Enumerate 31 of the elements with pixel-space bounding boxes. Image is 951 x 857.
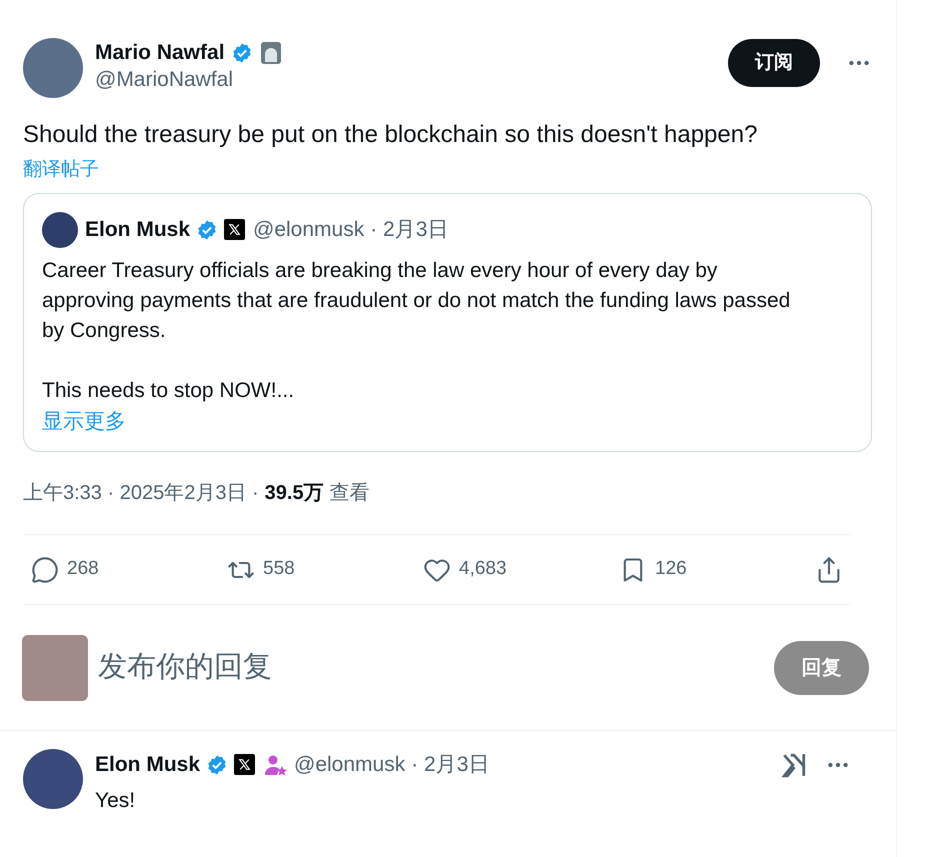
author-handle[interactable]: @elonmusk bbox=[253, 214, 364, 246]
action-count: 268 bbox=[67, 557, 99, 582]
speech-bubble-icon[interactable] bbox=[31, 556, 59, 584]
author-handle[interactable]: @elonmusk bbox=[294, 749, 406, 780]
post-text: Should the treasury be put on the blockchain so this doesn't happen? bbox=[23, 120, 758, 150]
avatar[interactable] bbox=[42, 212, 78, 248]
post-date[interactable]: · 2月3日 bbox=[411, 749, 490, 780]
author-name[interactable]: Elon Musk bbox=[95, 749, 200, 780]
post-timestamp[interactable]: 上午3:33 · 2025年2月3日 · bbox=[23, 478, 259, 508]
reply-text: Yes! bbox=[95, 788, 136, 814]
verified-badge-icon bbox=[230, 42, 253, 64]
quoted-text: This needs to stop NOW!... bbox=[42, 378, 296, 404]
action-count: 126 bbox=[655, 557, 687, 582]
views-label: 查看 bbox=[330, 481, 370, 506]
x-logo-badge-icon bbox=[234, 754, 256, 776]
action-count: 4,683 bbox=[459, 557, 507, 582]
post-date[interactable]: · 2月3日 bbox=[370, 214, 448, 246]
author-name[interactable]: Mario Nawfal bbox=[95, 40, 225, 66]
subscribe-button[interactable]: 订阅 bbox=[728, 39, 820, 87]
affiliate-badge-icon bbox=[260, 42, 281, 64]
quoted-text: Career Treasury officials are breaking the law every hour of every day by approving payments that are fraudulent or do not match the funding laws passed by Congress. bbox=[42, 258, 792, 344]
verified-badge-icon bbox=[206, 754, 228, 776]
author-name[interactable]: Elon Musk bbox=[85, 214, 190, 246]
x-logo-badge-icon bbox=[224, 219, 246, 240]
grok-logo-icon[interactable] bbox=[781, 752, 807, 778]
view-count: 39.5万 bbox=[264, 481, 324, 506]
author-handle[interactable]: @MarioNawfal bbox=[95, 66, 716, 94]
person-star-icon bbox=[264, 754, 288, 776]
action-count: 558 bbox=[263, 557, 295, 582]
quoted-post-card[interactable] bbox=[23, 192, 872, 452]
verified-badge-icon bbox=[196, 218, 218, 240]
